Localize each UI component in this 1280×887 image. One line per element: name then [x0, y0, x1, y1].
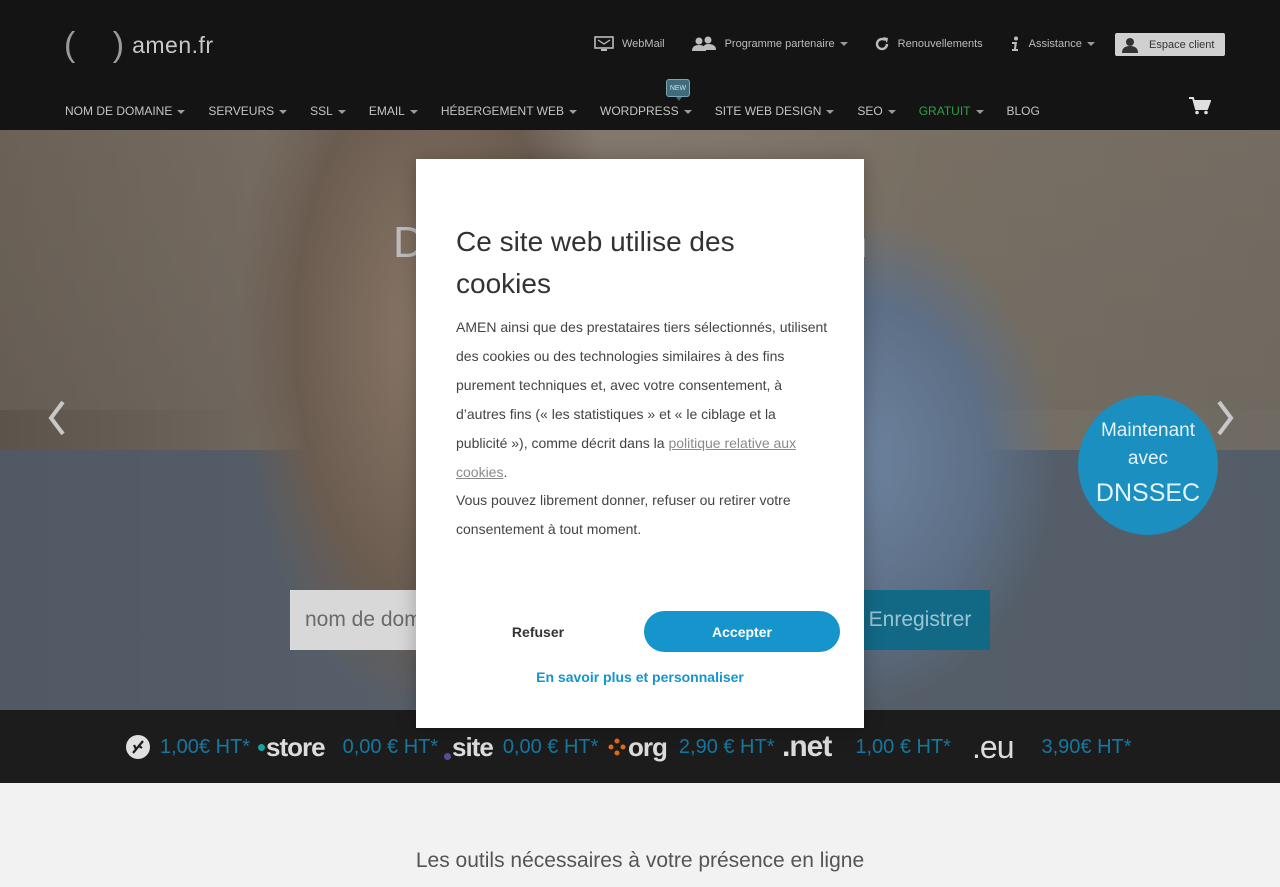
nav-label: BLOG [1006, 104, 1040, 118]
store-dot-icon [258, 743, 265, 751]
nav-label: SEO [857, 104, 883, 118]
dnssec-badge: Maintenant avec DNSSEC [1078, 395, 1218, 535]
nav-domain-names[interactable]: NOM DE DOMAINE [65, 104, 186, 118]
nav-wordpress[interactable]: WORDPRESS [600, 104, 692, 118]
nav-label: NOM DE DOMAINE [65, 104, 173, 118]
tld-price: 2,90 € HT* [678, 735, 775, 758]
chevron-left-icon[interactable] [45, 400, 69, 436]
client-area-button[interactable]: Espace client [1115, 33, 1225, 56]
tools-section: Les outils nécessaires à votre présence … [0, 783, 1280, 887]
customize-cookies-link[interactable]: En savoir plus et personnaliser [416, 669, 864, 685]
chevron-down-icon [279, 109, 288, 114]
tools-section-title: Les outils nécessaires à votre présence … [415, 849, 865, 872]
support-dropdown[interactable]: Assistance [1009, 34, 1095, 54]
client-area-label: Espace client [1149, 38, 1215, 51]
amen-logo[interactable]: ( ) amen.fr [64, 28, 214, 62]
nav-label: EMAIL [368, 104, 405, 118]
chevron-down-icon [683, 109, 692, 114]
tld-fr[interactable]: 1,00€ HT* [124, 730, 250, 764]
nav-web-hosting[interactable]: HÉBERGEMENT WEB [441, 104, 577, 118]
nav-ssl[interactable]: SSL [310, 104, 346, 118]
renewals-label: Renouvellements [897, 38, 983, 50]
nav-seo[interactable]: SEO [857, 104, 896, 118]
top-nav: WebMail Programme partenaire Renouvellem… [594, 34, 1121, 54]
nav-label: SERVEURS [208, 104, 275, 118]
site-header: ( ) amen.fr WebMail Programme partenaire… [0, 0, 1280, 130]
refuse-cookies-button[interactable]: Refuser [456, 611, 620, 652]
nav-label: SSL [310, 104, 333, 118]
renewals-link[interactable]: Renouvellements [874, 34, 983, 54]
nav-website-design[interactable]: SITE WEB DESIGN [715, 104, 835, 118]
tld-net[interactable]: .net 1,00 € HT* [782, 730, 951, 764]
chevron-down-icon [1086, 42, 1095, 46]
nav-label: SITE WEB DESIGN [714, 104, 822, 118]
tld-name: .net [782, 730, 832, 763]
chevron-down-icon [826, 109, 835, 114]
cookie-consent-modal: Ce site web utilise des cookies AMEN ain… [416, 159, 864, 728]
cookie-modal-body: AMEN ainsi que des prestataires tiers sé… [456, 313, 828, 544]
tld-name: org [628, 731, 668, 762]
chevron-down-icon [177, 109, 186, 114]
fr-leaf-icon [126, 735, 150, 759]
partner-program-dropdown[interactable]: Programme partenaire [691, 34, 848, 54]
main-nav: NOM DE DOMAINE SERVEURS SSL EMAIL HÉBERG… [65, 104, 1063, 118]
dnssec-line3: DNSSEC [1095, 479, 1201, 507]
nav-label: HÉBERGEMENT WEB [440, 104, 564, 118]
user-icon [1122, 37, 1138, 53]
cookie-modal-title: Ce site web utilise des cookies [456, 226, 735, 299]
tld-price: 0,00 € HT* [502, 735, 599, 758]
info-icon [1011, 36, 1018, 51]
chevron-down-icon [337, 109, 346, 114]
tld-name: store [266, 731, 326, 762]
chevron-down-icon [569, 109, 577, 114]
nav-label: WORDPRESS [600, 104, 679, 118]
cookie-body-text: AMEN ainsi que des prestataires tiers sé… [456, 319, 828, 451]
tld-name: .eu [972, 728, 1014, 765]
chevron-down-icon [975, 109, 984, 114]
chevron-down-icon [409, 109, 418, 114]
cookie-body-punct: . [503, 463, 508, 480]
tld-name: site [452, 731, 494, 762]
tld-price: 3,90€ HT* [1041, 735, 1132, 758]
tld-eu[interactable]: .eu 3,90€ HT* [972, 728, 1132, 765]
dnssec-line2: avec [1127, 448, 1169, 469]
webmail-label: WebMail [622, 38, 665, 50]
site-dot-icon [444, 752, 451, 760]
accept-cookies-button[interactable]: Accepter [644, 611, 840, 652]
register-button[interactable]: Enregistrer [850, 590, 990, 650]
dnssec-line1: Maintenant [1100, 420, 1195, 441]
chevron-down-icon [887, 109, 896, 114]
tld-price: 1,00 € HT* [855, 735, 951, 758]
users-icon [691, 36, 716, 51]
logo-text: amen.fr [132, 31, 214, 58]
cookie-body-consent: Vous pouvez librement donner, refuser ou… [456, 492, 791, 538]
cart-icon[interactable] [1189, 97, 1212, 120]
monitor-icon [594, 36, 614, 51]
tld-site[interactable]: site 0,00 € HT* [444, 730, 598, 764]
nav-free[interactable]: GRATUIT [919, 104, 984, 118]
org-dots-icon [608, 738, 626, 756]
nav-blog[interactable]: BLOG [1007, 104, 1040, 118]
tld-price: 0,00 € HT* [342, 735, 439, 758]
support-label: Assistance [1028, 38, 1082, 50]
new-badge: NEW [666, 79, 690, 101]
logo-parens: ( ) [64, 26, 139, 64]
nav-servers[interactable]: SERVEURS [208, 104, 288, 118]
partner-program-label: Programme partenaire [724, 38, 835, 50]
tld-price: 1,00€ HT* [160, 735, 251, 758]
nav-label: GRATUIT [918, 104, 971, 118]
webmail-link[interactable]: WebMail [594, 34, 665, 54]
tld-org[interactable]: org 2,90 € HT* [608, 730, 775, 764]
refresh-icon [875, 37, 888, 51]
nav-email[interactable]: EMAIL [369, 104, 418, 118]
tld-store[interactable]: store 0,00 € HT* [258, 730, 438, 764]
chevron-down-icon [839, 42, 848, 46]
